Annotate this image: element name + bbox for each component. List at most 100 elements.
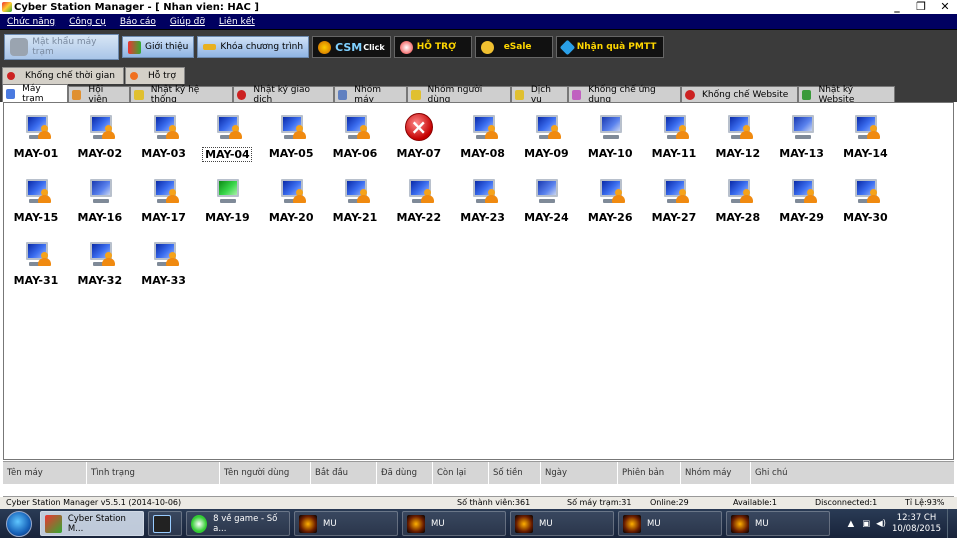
intro-button[interactable]: Giới thiệu <box>122 36 195 58</box>
menu-bao-cao[interactable]: Báo cáo <box>113 17 163 27</box>
tab-services[interactable]: Dịch vụ <box>511 85 568 105</box>
mu-game-icon <box>623 514 641 533</box>
station-may-10[interactable]: MAY-10 <box>582 109 638 165</box>
station-may-09[interactable]: MAY-09 <box>518 109 574 165</box>
station-may-07[interactable]: × MAY-07 <box>391 109 447 165</box>
col-status[interactable]: Tình trạng <box>87 461 220 485</box>
user-icon <box>229 125 243 139</box>
show-hidden-icons-icon[interactable]: ▲ <box>848 519 855 529</box>
station-may-29[interactable]: MAY-29 <box>774 173 830 229</box>
station-may-33[interactable]: MAY-33 <box>136 236 192 292</box>
tab-machine-groups[interactable]: Nhóm máy <box>334 85 407 105</box>
station-may-05[interactable]: MAY-05 <box>263 109 319 165</box>
lock-program-button[interactable]: Khóa chương trình <box>197 36 310 58</box>
station-may-20[interactable]: MAY-20 <box>263 173 319 229</box>
station-may-32[interactable]: MAY-32 <box>72 236 128 292</box>
station-label: MAY-12 <box>715 147 761 160</box>
col-used[interactable]: Đã dùng <box>377 461 433 485</box>
show-desktop-button[interactable] <box>947 509 957 538</box>
station-may-13[interactable]: MAY-13 <box>774 109 830 165</box>
gift-label: Nhận quà PMTT <box>576 42 657 52</box>
mu-game-icon <box>407 514 425 533</box>
menu-giup-do[interactable]: Giúp đỡ <box>163 17 212 27</box>
tab-website-control[interactable]: Khống chế Website <box>681 86 798 102</box>
taskbar-item-mu-2[interactable]: MU <box>402 511 506 536</box>
tab-user-groups[interactable]: Nhóm người dùng <box>407 85 511 105</box>
close-button[interactable]: ✕ <box>933 0 957 14</box>
station-may-24[interactable]: MAY-24 <box>518 173 574 229</box>
maximize-button[interactable]: ❐ <box>909 0 933 14</box>
taskbar-item-mu-4[interactable]: MU <box>618 511 722 536</box>
clock[interactable]: 12:37 CH 10/08/2015 <box>892 513 941 535</box>
station-may-28[interactable]: MAY-28 <box>710 173 766 229</box>
status-version: Cyber Station Manager v5.5.1 (2014-10-06… <box>6 498 182 507</box>
station-may-14[interactable]: MAY-14 <box>837 109 893 165</box>
taskbar-item-mu-5[interactable]: MU <box>726 511 830 536</box>
esale-button[interactable]: eSale <box>474 36 553 58</box>
status-online: Online:29 <box>650 498 689 507</box>
menu-chuc-nang[interactable]: Chức năng <box>0 17 62 27</box>
station-may-17[interactable]: MAY-17 <box>136 173 192 229</box>
taskbar-item-csm[interactable]: Cyber Station M... <box>40 511 144 536</box>
col-machine-name[interactable]: Tên máy <box>3 461 87 485</box>
tab-app-control[interactable]: Khống chế ứng dụng <box>568 85 681 105</box>
station-may-21[interactable]: MAY-21 <box>327 173 383 229</box>
station-label: MAY-20 <box>268 210 314 224</box>
support-button[interactable]: HỖ TRỢ <box>393 36 472 58</box>
mu-launcher-icon <box>153 514 171 533</box>
station-may-16[interactable]: MAY-16 <box>72 173 128 229</box>
col-user-name[interactable]: Tên người dùng <box>220 461 311 485</box>
start-button[interactable] <box>6 510 32 537</box>
col-version[interactable]: Phiên bản <box>618 461 681 485</box>
station-may-08[interactable]: MAY-08 <box>455 109 511 165</box>
station-may-06[interactable]: MAY-06 <box>327 109 383 165</box>
menu-cong-cu[interactable]: Công cụ <box>62 17 113 27</box>
station-may-01[interactable]: MAY-01 <box>8 109 64 165</box>
tab-website-log[interactable]: Nhật ký Website <box>798 85 895 105</box>
offline-error-icon: × <box>404 113 433 141</box>
menu-lien-ket[interactable]: Liên kết <box>212 17 262 27</box>
station-may-03[interactable]: MAY-03 <box>136 109 192 165</box>
gift-button[interactable]: Nhận quà PMTT <box>555 36 664 58</box>
col-date[interactable]: Ngày <box>541 461 618 485</box>
taskbar-item-browser[interactable]: 8 về game - Số a... <box>186 511 290 536</box>
csm-click-button[interactable]: CSM Click <box>312 36 391 58</box>
station-may-23[interactable]: MAY-23 <box>455 173 511 229</box>
station-may-27[interactable]: MAY-27 <box>646 173 702 229</box>
station-label: MAY-32 <box>77 274 123 287</box>
tab-system-log[interactable]: Nhật ký hệ thống <box>130 85 233 105</box>
tab-time-control[interactable]: Khống chế thời gian <box>2 67 124 84</box>
taskbar-item-mu-1[interactable]: MU <box>294 511 398 536</box>
tab-support-label: Hỗ trợ <box>147 71 176 81</box>
tab-members[interactable]: Hội viên <box>68 85 130 105</box>
col-machine-group[interactable]: Nhóm máy <box>681 461 751 485</box>
grid-body[interactable] <box>3 484 954 497</box>
station-may-19[interactable]: MAY-19 <box>199 173 255 229</box>
col-start[interactable]: Bắt đầu <box>311 461 377 485</box>
tab-transaction-log[interactable]: Nhật ký giao dịch <box>233 85 334 105</box>
station-may-31[interactable]: MAY-31 <box>8 236 64 292</box>
station-may-04[interactable]: MAY-04 <box>199 109 255 165</box>
taskbar-item-mu-launcher[interactable] <box>148 511 182 536</box>
station-password-button[interactable]: Mật khẩu máy trạm <box>4 34 119 60</box>
volume-icon[interactable]: ◀) <box>876 519 886 529</box>
col-remaining[interactable]: Còn lại <box>433 461 489 485</box>
network-icon[interactable]: ▣ <box>862 519 870 529</box>
station-may-22[interactable]: MAY-22 <box>391 173 447 229</box>
station-may-26[interactable]: MAY-26 <box>582 173 638 229</box>
station-may-12[interactable]: MAY-12 <box>710 109 766 165</box>
tab-support[interactable]: Hỗ trợ <box>124 67 185 84</box>
station-may-02[interactable]: MAY-02 <box>72 109 128 165</box>
station-may-11[interactable]: MAY-11 <box>646 109 702 165</box>
station-may-30[interactable]: MAY-30 <box>837 173 893 229</box>
user-icon <box>612 188 626 203</box>
minimize-button[interactable]: _ <box>885 0 909 14</box>
station-label: MAY-31 <box>13 274 59 287</box>
station-may-15[interactable]: MAY-15 <box>8 173 64 229</box>
col-notes[interactable]: Ghi chú <box>751 462 954 485</box>
col-amount[interactable]: Số tiền <box>489 461 541 485</box>
monitor-stand <box>794 135 811 139</box>
taskbar-item-mu-3[interactable]: MU <box>510 511 614 536</box>
user-icon <box>484 125 498 139</box>
tab-stations[interactable]: Máy trạm <box>2 84 68 104</box>
